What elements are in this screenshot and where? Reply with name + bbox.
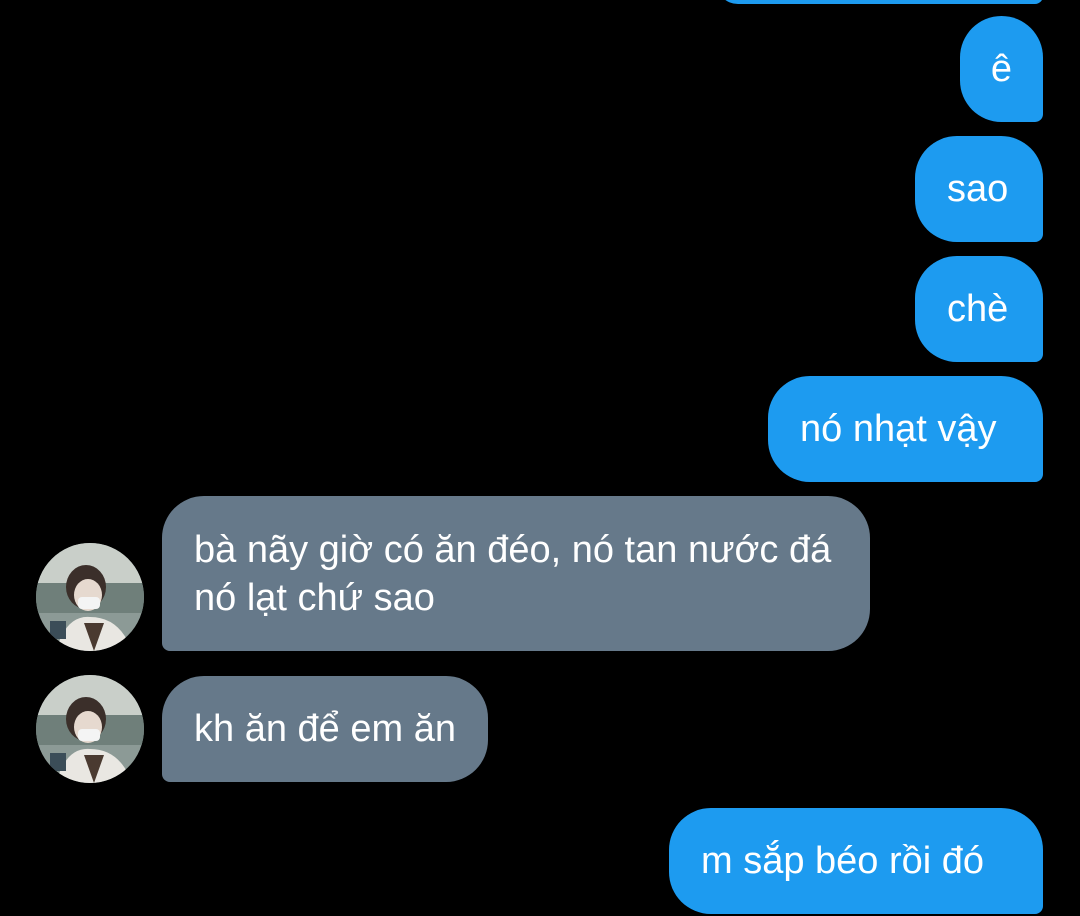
message-outgoing[interactable]: nó nhạt vậy [768, 376, 1043, 482]
message-incoming[interactable]: bà nãy giờ có ăn đéo, nó tan nước đá nó … [162, 496, 870, 651]
message-text: ê [990, 48, 1013, 90]
contact-avatar[interactable] [36, 543, 144, 651]
previous-message-bubble-partial[interactable] [716, 0, 1043, 4]
message-outgoing[interactable]: ê [960, 16, 1043, 122]
message-text: sao [947, 168, 1009, 210]
message-text: m sắp béo rồi đó [701, 840, 985, 882]
avatar-photo-icon [36, 675, 144, 783]
message-text: nó nhạt vậy [800, 408, 997, 450]
message-text: bà nãy giờ có ăn đéo, nó tan nước đá nó … [194, 528, 832, 619]
message-text: kh ăn để em ăn [194, 708, 456, 750]
message-outgoing[interactable]: chè [915, 256, 1043, 362]
message-outgoing[interactable]: sao [915, 136, 1043, 242]
message-outgoing[interactable]: m sắp béo rồi đó [669, 808, 1043, 914]
avatar-photo-icon [36, 543, 144, 651]
contact-avatar[interactable] [36, 675, 144, 783]
message-text: chè [947, 288, 1009, 330]
message-incoming[interactable]: kh ăn để em ăn [162, 676, 488, 782]
